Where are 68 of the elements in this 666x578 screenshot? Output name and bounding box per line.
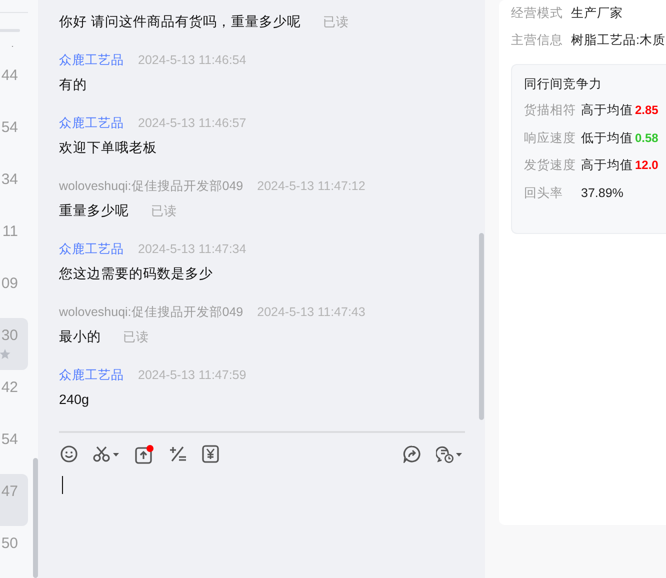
conversation-time: 11 (2, 223, 18, 241)
message-time: 2024-5-13 11:47:12 (257, 178, 366, 195)
info-label: 经营模式 (511, 5, 563, 22)
message-text: 您这边需要的码数是多少 (59, 265, 213, 283)
sender-name: woloveshuqi:促佳搜品开发部049 (59, 178, 244, 195)
metric-value: 高于均值 (581, 102, 633, 119)
message-text: 重量多少呢 (59, 202, 129, 220)
chat-clock-icon[interactable] (436, 444, 463, 464)
metric-value: 37.89% (581, 184, 624, 202)
conversation-time: 50 (1, 535, 18, 553)
scrollbar[interactable] (479, 233, 484, 420)
conversation-time: 09 (1, 275, 18, 293)
metric-label: 货描相符 (524, 102, 577, 119)
conversation-time: 54 (1, 119, 18, 137)
sender-name: 众鹿工艺品 (59, 241, 124, 258)
message-time: 2024-5-13 11:47:34 (138, 241, 246, 258)
yen-icon[interactable] (202, 445, 219, 463)
message-text: 你好 请问这件商品有货吗，重量多少呢 (59, 13, 301, 31)
message-text: 欢迎下单哦老板 (59, 139, 157, 157)
message-time: 2024-5-13 11:47:43 (257, 304, 366, 321)
conversation-item[interactable]: 09 (0, 266, 28, 318)
read-status: 已读 (123, 329, 149, 346)
metric-percentage: 12.0 (635, 157, 658, 174)
metric-label: 发货速度 (524, 157, 577, 174)
metric-label: 回头率 (524, 184, 564, 202)
conversation-time: 54 (1, 431, 18, 449)
conversation-time: 30 (1, 327, 18, 345)
conversation-item[interactable]: 11 (0, 214, 28, 266)
message-text: 240g (59, 391, 90, 409)
conversation-item[interactable]: 54 (0, 422, 28, 474)
conversation-time: 47 (1, 483, 18, 501)
conversation-item[interactable]: 54 (0, 110, 28, 162)
message-time: 2024-5-13 11:46:54 (138, 52, 246, 69)
emoji-icon[interactable] (60, 445, 78, 463)
read-status: 已读 (151, 203, 177, 220)
scissors-icon[interactable] (93, 445, 120, 463)
info-value: 生产厂家 (571, 5, 623, 22)
upload-icon[interactable] (135, 444, 154, 464)
sender-name: 众鹿工艺品 (59, 115, 124, 132)
metric-label: 响应速度 (524, 130, 577, 146)
conversation-time: 44 (1, 67, 18, 85)
metric-percentage: 2.85 (635, 102, 658, 119)
message-time: 2024-5-13 11:47:59 (138, 367, 246, 384)
sender-name: 众鹿工艺品 (59, 367, 124, 384)
star-icon[interactable] (0, 348, 11, 360)
metric-value: 低于均值 (581, 130, 633, 146)
info-value: 树脂工艺品:木质 (571, 32, 666, 49)
panel-title: 同行间竞争力 (524, 76, 603, 93)
conversation-item[interactable]: 44 (0, 58, 28, 110)
scrollbar[interactable] (33, 458, 38, 578)
metric-percentage: 0.58 (635, 130, 658, 146)
conversation-time: 34 (1, 171, 18, 189)
message-time: 2024-5-13 11:46:57 (138, 115, 246, 132)
info-label: 主营信息 (511, 32, 563, 49)
sender-name: woloveshuqi:促佳搜品开发部049 (59, 304, 244, 321)
message-text: 有的 (59, 76, 87, 94)
conversation-item[interactable]: 30 (0, 318, 28, 370)
conversation-item[interactable]: 47 (0, 474, 28, 526)
conversation-time: 42 (1, 379, 18, 397)
metric-value: 高于均值 (581, 157, 633, 174)
read-status: 已读 (322, 14, 349, 31)
message-text: 最小的 (59, 328, 101, 346)
plus-minus-icon[interactable] (169, 445, 187, 463)
conversation-item[interactable]: 34 (0, 162, 28, 214)
share-icon[interactable] (403, 445, 421, 463)
sender-name: 众鹿工艺品 (59, 52, 124, 69)
conversation-item[interactable]: 42 (0, 370, 28, 422)
conversation-item[interactable]: 50 (0, 526, 28, 578)
